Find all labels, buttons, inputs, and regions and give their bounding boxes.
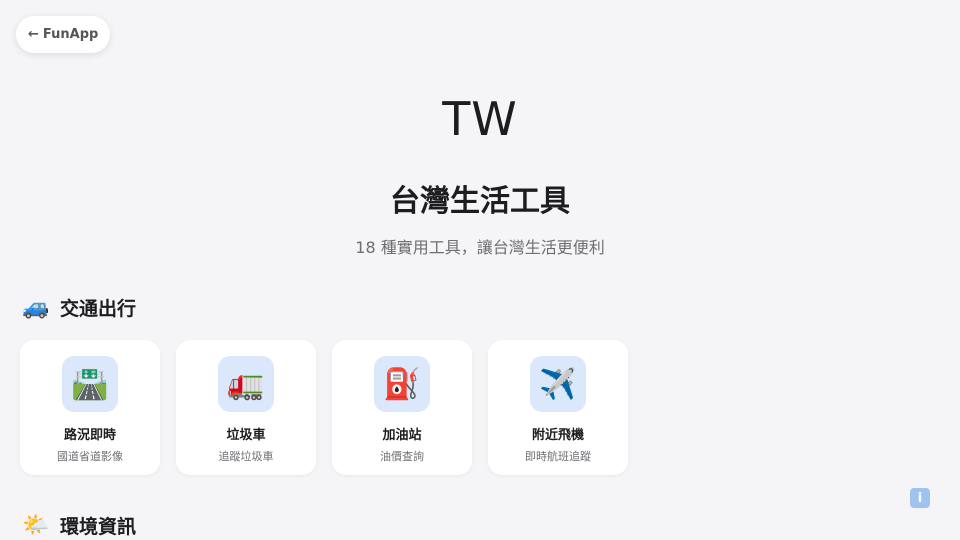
tool-card-nearby-flights[interactable]: ✈️ 附近飛機 即時航班追蹤 (488, 340, 628, 475)
flag-icon: TW (442, 92, 518, 146)
airplane-icon: ✈️ (530, 356, 586, 412)
tool-card-title: 垃圾車 (226, 428, 266, 443)
page: ← FunApp TW 台灣生活工具 18 種實用工具，讓台灣生活更便利 🚙 交… (0, 0, 960, 540)
back-arrow-icon: ← (28, 27, 39, 42)
back-to-funapp-button[interactable]: ← FunApp (16, 16, 111, 53)
tool-card-desc: 即時航班追蹤 (525, 450, 591, 463)
tool-card-title: 附近飛機 (531, 428, 584, 443)
tool-card-desc: 油價查詢 (380, 450, 424, 463)
page-subtitle: 18 種實用工具，讓台灣生活更便利 (355, 238, 605, 257)
section-header-transport: 🚙 交通出行 (22, 294, 136, 321)
tool-card-desc: 國道省道影像 (57, 450, 123, 463)
info-icon[interactable]: i (910, 488, 930, 508)
transport-tool-grid: 🛣️ 路況即時 國道省道影像 🚛 垃圾車 追蹤垃圾車 ⛽ 加油站 油價查詢 ✈️… (20, 340, 628, 475)
section-title: 環境資訊 (60, 516, 137, 538)
section-title: 交通出行 (60, 298, 137, 320)
tool-card-title: 路況即時 (63, 428, 116, 443)
tool-card-garbage-truck[interactable]: 🚛 垃圾車 追蹤垃圾車 (176, 340, 316, 475)
tool-card-traffic[interactable]: 🛣️ 路況即時 國道省道影像 (20, 340, 160, 475)
sun-cloud-icon: 🌤️ (22, 513, 50, 538)
page-title: 台灣生活工具 (390, 184, 570, 219)
garbage-truck-icon: 🚛 (218, 356, 274, 412)
tool-card-gas-station[interactable]: ⛽ 加油站 油價查詢 (332, 340, 472, 475)
tool-card-title: 加油站 (382, 428, 422, 443)
highway-icon: 🛣️ (62, 356, 118, 412)
tool-card-desc: 追蹤垃圾車 (218, 450, 274, 463)
car-icon: 🚙 (22, 295, 50, 320)
fuel-pump-icon: ⛽ (374, 356, 430, 412)
section-header-environment: 🌤️ 環境資訊 (22, 512, 136, 539)
back-button-label: FunApp (42, 27, 99, 42)
